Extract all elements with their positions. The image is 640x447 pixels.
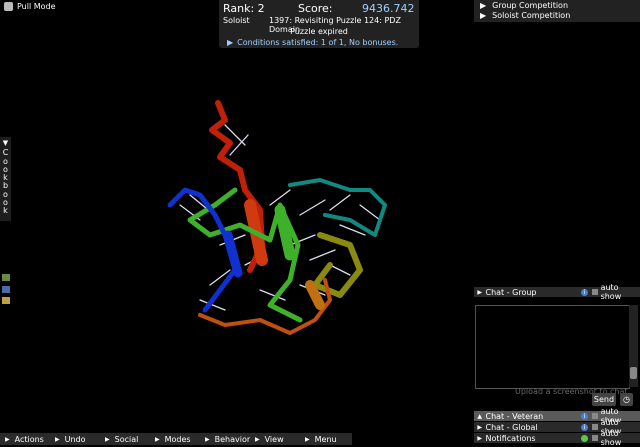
info-icon[interactable]: i [581, 288, 588, 296]
soloist-competition-toggle[interactable]: ▶ Soloist Competition [480, 11, 570, 20]
notes-icon[interactable] [2, 297, 10, 304]
rank-text: Rank: 2 [223, 2, 265, 15]
competition-panel: ▶ Group Competition ▶ Soloist Competitio… [474, 0, 640, 22]
triangle-right-icon: ▶ [477, 423, 483, 431]
auto-show-label: auto show [600, 429, 622, 447]
score-value: 9436.742 [362, 2, 415, 15]
chat-scrollbar-thumb[interactable] [630, 367, 637, 379]
group-competition-toggle[interactable]: ▶ Group Competition [480, 1, 568, 10]
recipe-icon[interactable] [2, 274, 10, 281]
triangle-right-icon: ▶ [305, 435, 310, 443]
chat-global-label: Chat - Global [485, 422, 538, 432]
blue-strand-segment [167, 187, 238, 313]
menu-undo[interactable]: ▶ Undo [50, 433, 100, 445]
auto-show-checkbox[interactable] [591, 289, 598, 295]
triangle-right-icon: ▶ [5, 435, 10, 443]
puzzle-status: Puzzle expired [290, 27, 348, 36]
menu-behavior-label: Behavior [214, 434, 251, 444]
triangle-up-icon: ▲ [477, 412, 483, 420]
triangle-right-icon: ▶ [477, 434, 483, 442]
triangle-right-icon: ▶ [477, 288, 483, 296]
menu-actions[interactable]: ▶ Actions [0, 433, 50, 445]
soloist-competition-label: Soloist Competition [492, 11, 571, 20]
teal-loop-segment [288, 178, 387, 237]
menu-view[interactable]: ▶ View [250, 433, 300, 445]
score-label: Score: [298, 2, 333, 15]
notifications-tab[interactable]: ▶ Notifications auto show [474, 429, 640, 447]
triangle-down-icon: ▼ [2, 139, 9, 147]
history-icon[interactable]: ◷ [620, 393, 633, 406]
cookbook-tab[interactable]: ▼ C o o k b o o k [0, 137, 11, 221]
olive-helix-segment [312, 232, 363, 298]
pull-mode-toggle[interactable]: Pull Mode [4, 2, 56, 11]
triangle-right-icon: ▶ [480, 1, 487, 10]
menu-behavior[interactable]: ▶ Behavior [200, 433, 250, 445]
triangle-right-icon: ▶ [155, 435, 160, 443]
triangle-right-icon: ▶ [205, 435, 210, 443]
menu-menu[interactable]: ▶ Menu [300, 433, 350, 445]
info-icon[interactable]: i [581, 412, 588, 420]
auto-show-label: auto show [600, 283, 622, 301]
auto-show-checkbox[interactable] [591, 435, 598, 441]
menu-modes-label: Modes [164, 434, 191, 444]
folder-icon[interactable] [2, 286, 10, 293]
info-icon[interactable]: i [581, 423, 588, 431]
menu-social[interactable]: ▶ Social [100, 433, 150, 445]
chat-veteran-label: Chat - Veteran [485, 411, 544, 421]
chat-group-label: Chat - Group [485, 287, 537, 297]
notifications-label: Notifications [485, 433, 536, 443]
send-button[interactable]: Send [592, 393, 616, 406]
auto-show-checkbox[interactable] [591, 413, 598, 419]
bottom-menu-bar: ▶ Actions ▶ Undo ▶ Social ▶ Modes ▶ Beha… [0, 433, 352, 445]
triangle-right-icon: ▶ [55, 435, 60, 443]
notification-status-icon[interactable] [581, 434, 588, 442]
conditions-toggle[interactable]: ▶ Conditions satisfied: 1 of 1, No bonus… [227, 38, 398, 47]
menu-undo-label: Undo [64, 434, 86, 444]
menu-view-label: View [264, 434, 284, 444]
menu-actions-label: Actions [14, 434, 44, 444]
player-mode: Soloist [223, 16, 250, 25]
triangle-right-icon: ▶ [227, 38, 234, 47]
score-panel: Rank: 2 Score: 9436.742 Soloist 1397: Re… [219, 0, 419, 48]
pull-mode-icon [4, 2, 13, 11]
triangle-right-icon: ▶ [255, 435, 260, 443]
pull-mode-label: Pull Mode [17, 2, 56, 11]
chat-messages-area[interactable] [475, 305, 630, 389]
chat-group-tab[interactable]: ▶ Chat - Group i auto show [474, 283, 640, 301]
cookbook-letter: k [3, 206, 8, 216]
triangle-right-icon: ▶ [480, 11, 487, 20]
menu-modes[interactable]: ▶ Modes [150, 433, 200, 445]
menu-menu-label: Menu [314, 434, 337, 444]
protein-viewport[interactable] [150, 95, 400, 345]
triangle-right-icon: ▶ [105, 435, 110, 443]
conditions-text: Conditions satisfied: 1 of 1, No bonuses… [237, 38, 399, 47]
group-competition-label: Group Competition [492, 1, 569, 10]
auto-show-checkbox[interactable] [591, 424, 598, 430]
menu-social-label: Social [114, 434, 139, 444]
